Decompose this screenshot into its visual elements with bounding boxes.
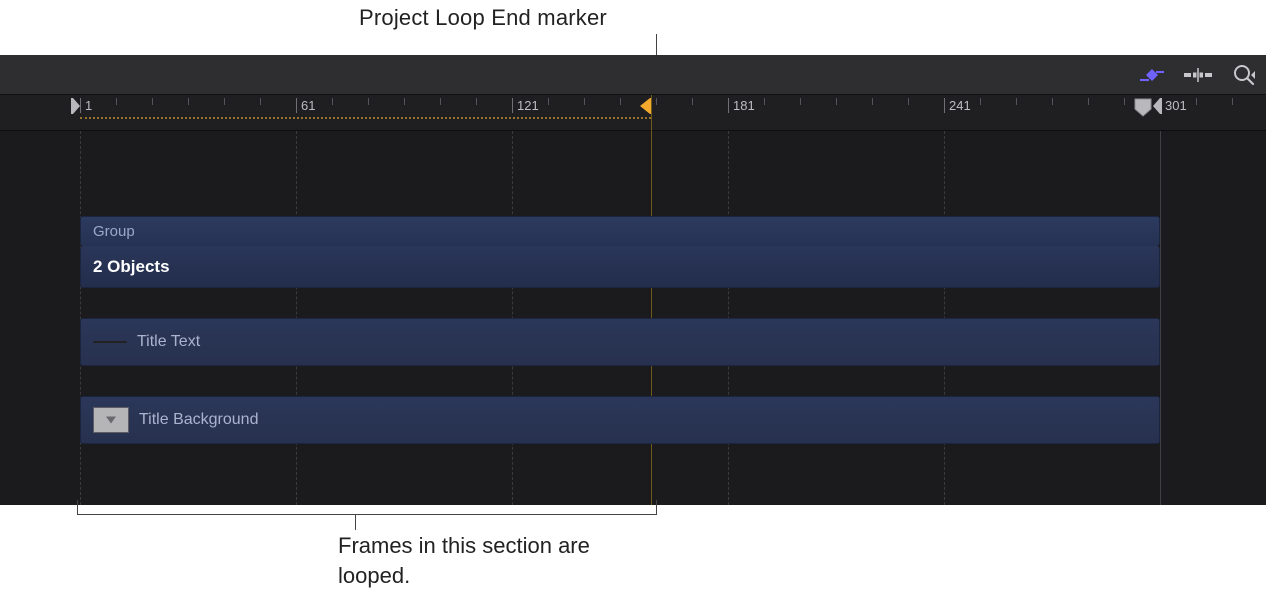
ruler-minor-tick: [152, 98, 153, 105]
ruler-label: 121: [514, 98, 539, 113]
ruler-minor-tick: [584, 98, 585, 105]
playhead-marker-icon[interactable]: [1132, 97, 1154, 115]
ruler-tick: [512, 98, 513, 113]
ruler-tick: [944, 98, 945, 113]
ruler-minor-tick: [1016, 98, 1017, 105]
group-header-bar[interactable]: Group: [80, 216, 1160, 246]
ruler-minor-tick: [872, 98, 873, 105]
snapping-icon[interactable]: [1184, 61, 1212, 89]
ruler-minor-tick: [188, 98, 189, 105]
ruler-minor-tick: [1052, 98, 1053, 105]
ruler-tick: [296, 98, 297, 113]
project-out-marker[interactable]: [1152, 98, 1162, 114]
ruler-minor-tick: [1088, 98, 1089, 105]
loop-range-indicator: [80, 117, 651, 119]
ruler-minor-tick: [368, 98, 369, 105]
ruler-minor-tick: [332, 98, 333, 105]
text-swatch-icon: [93, 341, 127, 343]
ruler-label: 1: [82, 98, 92, 113]
group-summary-bar[interactable]: 2 Objects: [80, 246, 1160, 288]
ruler-minor-tick: [116, 98, 117, 105]
ruler-minor-tick: [1196, 98, 1197, 105]
track-title-text[interactable]: Title Text: [80, 318, 1160, 366]
track-title-background[interactable]: Title Background: [80, 396, 1160, 444]
ruler-label: 61: [298, 98, 315, 113]
zoom-icon[interactable]: [1230, 61, 1258, 89]
ruler-minor-tick: [548, 98, 549, 105]
keyframe-editor-icon[interactable]: [1138, 61, 1166, 89]
ruler-minor-tick: [260, 98, 261, 105]
ruler-minor-tick: [440, 98, 441, 105]
group-summary-label: 2 Objects: [93, 257, 170, 277]
ruler-minor-tick: [800, 98, 801, 105]
ruler-label: 301: [1162, 98, 1187, 113]
ruler-minor-tick: [476, 98, 477, 105]
timeline-ruler[interactable]: 1 61 121 181 241 301: [0, 95, 1266, 131]
group-header-label: Group: [93, 223, 135, 240]
ruler-minor-tick: [1124, 98, 1125, 105]
callout-bottom-label: Frames in this section are looped.: [338, 531, 658, 590]
ruler-minor-tick: [656, 98, 657, 105]
ruler-minor-tick: [404, 98, 405, 105]
callout-top-label: Project Loop End marker: [359, 5, 607, 31]
ruler-minor-tick: [224, 98, 225, 105]
ruler-minor-tick: [908, 98, 909, 105]
timeline-toolbar: [0, 55, 1266, 95]
timeline-panel: 1 61 121 181 241 301: [0, 55, 1266, 505]
project-in-marker[interactable]: [71, 98, 81, 114]
ruler-minor-tick: [980, 98, 981, 105]
ruler-minor-tick: [620, 98, 621, 105]
project-loop-end-marker[interactable]: [638, 98, 652, 114]
tracks-area: Group 2 Objects Title Text Title Backgro…: [0, 131, 1266, 505]
ruler-minor-tick: [692, 98, 693, 105]
ruler-label: 241: [946, 98, 971, 113]
track-label: Title Text: [137, 333, 200, 351]
ruler-minor-tick: [1232, 98, 1233, 105]
ruler-minor-tick: [836, 98, 837, 105]
image-thumbnail-icon: [93, 407, 129, 433]
track-label: Title Background: [139, 411, 258, 429]
ruler-label: 181: [730, 98, 755, 113]
ruler-tick: [728, 98, 729, 113]
callout-bottom-bracket: [77, 500, 657, 530]
ruler-minor-tick: [764, 98, 765, 105]
